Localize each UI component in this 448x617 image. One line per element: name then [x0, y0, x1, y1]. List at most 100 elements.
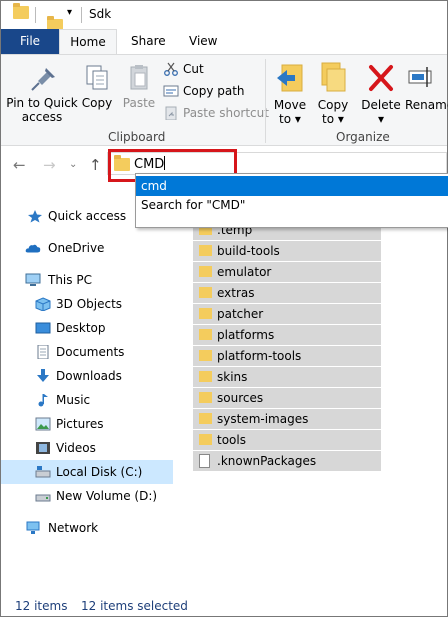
nav-local-disk-c[interactable]: Local Disk (C:): [1, 460, 173, 484]
file-row-extras[interactable]: extras: [193, 283, 381, 303]
delete-button[interactable]: Delete ▾: [361, 61, 401, 126]
suggestion-cmd[interactable]: cmd: [136, 176, 448, 196]
copy-to-icon: [321, 62, 346, 92]
cube-icon: [35, 297, 51, 311]
delete-label: Delete: [361, 98, 401, 112]
music-note-icon: [38, 394, 48, 407]
folder-icon: [13, 3, 29, 19]
folder-icon: [199, 413, 212, 424]
paste-label: Paste: [122, 96, 156, 110]
move-to-icon: [277, 64, 303, 92]
item-count: 12 items: [15, 599, 68, 613]
recent-locations-chevron-icon[interactable]: ⌄: [69, 159, 77, 170]
window-title: Sdk: [89, 7, 112, 21]
network-icon: [26, 521, 40, 534]
nav-new-volume-d[interactable]: New Volume (D:): [1, 484, 173, 508]
scissors-icon: [164, 62, 178, 76]
copy-to-sublabel: to ▾: [322, 112, 344, 126]
delete-icon: [369, 65, 393, 91]
nav-desktop[interactable]: Desktop: [1, 316, 173, 340]
file-list: .temp build-tools emulator extras patche…: [191, 188, 447, 596]
file-row-patcher[interactable]: patcher: [193, 304, 381, 324]
drive-icon: [35, 494, 51, 502]
divider: [35, 7, 36, 23]
title-bar: ▾ Sdk: [1, 1, 447, 32]
drive-icon: [35, 466, 51, 478]
paste-button[interactable]: Paste: [119, 63, 159, 110]
quick-access-toolbar-dropdown-icon[interactable]: ▾: [67, 7, 72, 18]
delete-dropdown-icon[interactable]: ▾: [361, 112, 401, 126]
tab-view[interactable]: View: [177, 29, 229, 54]
folder-icon: [199, 392, 212, 403]
nav-downloads[interactable]: Downloads: [1, 364, 173, 388]
nav-videos[interactable]: Videos: [1, 436, 173, 460]
file-row-platforms[interactable]: platforms: [193, 325, 381, 345]
copy-to-button[interactable]: Copy to ▾: [315, 61, 351, 126]
cloud-icon: [25, 244, 41, 253]
cut-label: Cut: [183, 62, 204, 76]
film-icon: [36, 442, 50, 454]
star-icon: [28, 210, 42, 223]
ribbon: Pin to Quick access Copy Paste Cut Copy …: [1, 54, 448, 146]
copy-label: Copy: [81, 96, 113, 110]
file-row-system-images[interactable]: system-images: [193, 409, 381, 429]
folder-icon: [199, 329, 212, 340]
move-to-button[interactable]: Move to ▾: [271, 61, 309, 126]
status-bar: 12 items 12 items selected: [1, 596, 447, 616]
nav-music[interactable]: Music: [1, 388, 173, 412]
nav-this-pc[interactable]: This PC: [1, 268, 173, 292]
copy-path-label: Copy path: [183, 84, 245, 98]
paste-shortcut-button[interactable]: Paste shortcut: [163, 103, 269, 123]
divider: [81, 7, 82, 23]
folder-icon: [199, 245, 212, 256]
selected-count: 12 items selected: [81, 599, 188, 613]
nav-documents[interactable]: Documents: [1, 340, 173, 364]
paste-icon: [130, 65, 148, 90]
rename-label: Rename: [405, 98, 448, 112]
file-row-emulator[interactable]: emulator: [193, 262, 381, 282]
pin-label-line1: Pin to Quick: [6, 96, 78, 110]
divider: [265, 59, 266, 143]
tab-home[interactable]: Home: [59, 29, 117, 54]
pin-to-quick-access-button[interactable]: Pin to Quick access: [5, 63, 79, 124]
file-row-platform-tools[interactable]: platform-tools: [193, 346, 381, 366]
folder-icon: [199, 287, 212, 298]
cut-button[interactable]: Cut: [163, 59, 204, 79]
nav-network[interactable]: Network: [1, 516, 173, 540]
move-to-sublabel: to ▾: [279, 112, 301, 126]
tab-file[interactable]: File: [1, 29, 59, 54]
desktop-icon: [35, 322, 51, 334]
address-suggestions: cmd Search for "CMD": [135, 173, 448, 228]
clipboard-group-label: Clipboard: [108, 130, 166, 144]
suggestion-search[interactable]: Search for "CMD": [136, 195, 448, 215]
file-row-skins[interactable]: skins: [193, 367, 381, 387]
forward-arrow-icon[interactable]: →: [43, 156, 56, 174]
file-row-tools[interactable]: tools: [193, 430, 381, 450]
file-row-build-tools[interactable]: build-tools: [193, 241, 381, 261]
copy-to-label: Copy: [317, 98, 349, 112]
move-to-label: Move: [273, 98, 307, 112]
folder-icon: [199, 266, 212, 277]
copy-path-icon: [163, 85, 179, 97]
nav-pictures[interactable]: Pictures: [1, 412, 173, 436]
nav-3d-objects[interactable]: 3D Objects: [1, 292, 173, 316]
folder-icon: [199, 434, 212, 445]
copy-path-button[interactable]: Copy path: [163, 81, 245, 101]
rename-button[interactable]: Rename: [405, 61, 448, 112]
back-arrow-icon[interactable]: ←: [13, 156, 26, 174]
nav-onedrive[interactable]: OneDrive: [1, 236, 173, 260]
folder-icon: [199, 371, 212, 382]
navigation-pane: Quick access OneDrive This PC 3D Objects…: [1, 188, 191, 596]
copy-icon: [86, 65, 108, 90]
picture-icon: [35, 417, 51, 431]
file-row-sources[interactable]: sources: [193, 388, 381, 408]
rename-icon: [408, 67, 432, 87]
copy-button[interactable]: Copy: [79, 63, 115, 110]
up-arrow-icon[interactable]: ↑: [89, 156, 102, 174]
paste-shortcut-icon: [165, 106, 177, 120]
paste-shortcut-label: Paste shortcut: [183, 106, 269, 120]
download-arrow-icon: [37, 369, 49, 382]
file-row-known-packages[interactable]: .knownPackages: [193, 451, 381, 471]
pin-label-line2: access: [21, 110, 63, 124]
tab-share[interactable]: Share: [119, 29, 178, 54]
